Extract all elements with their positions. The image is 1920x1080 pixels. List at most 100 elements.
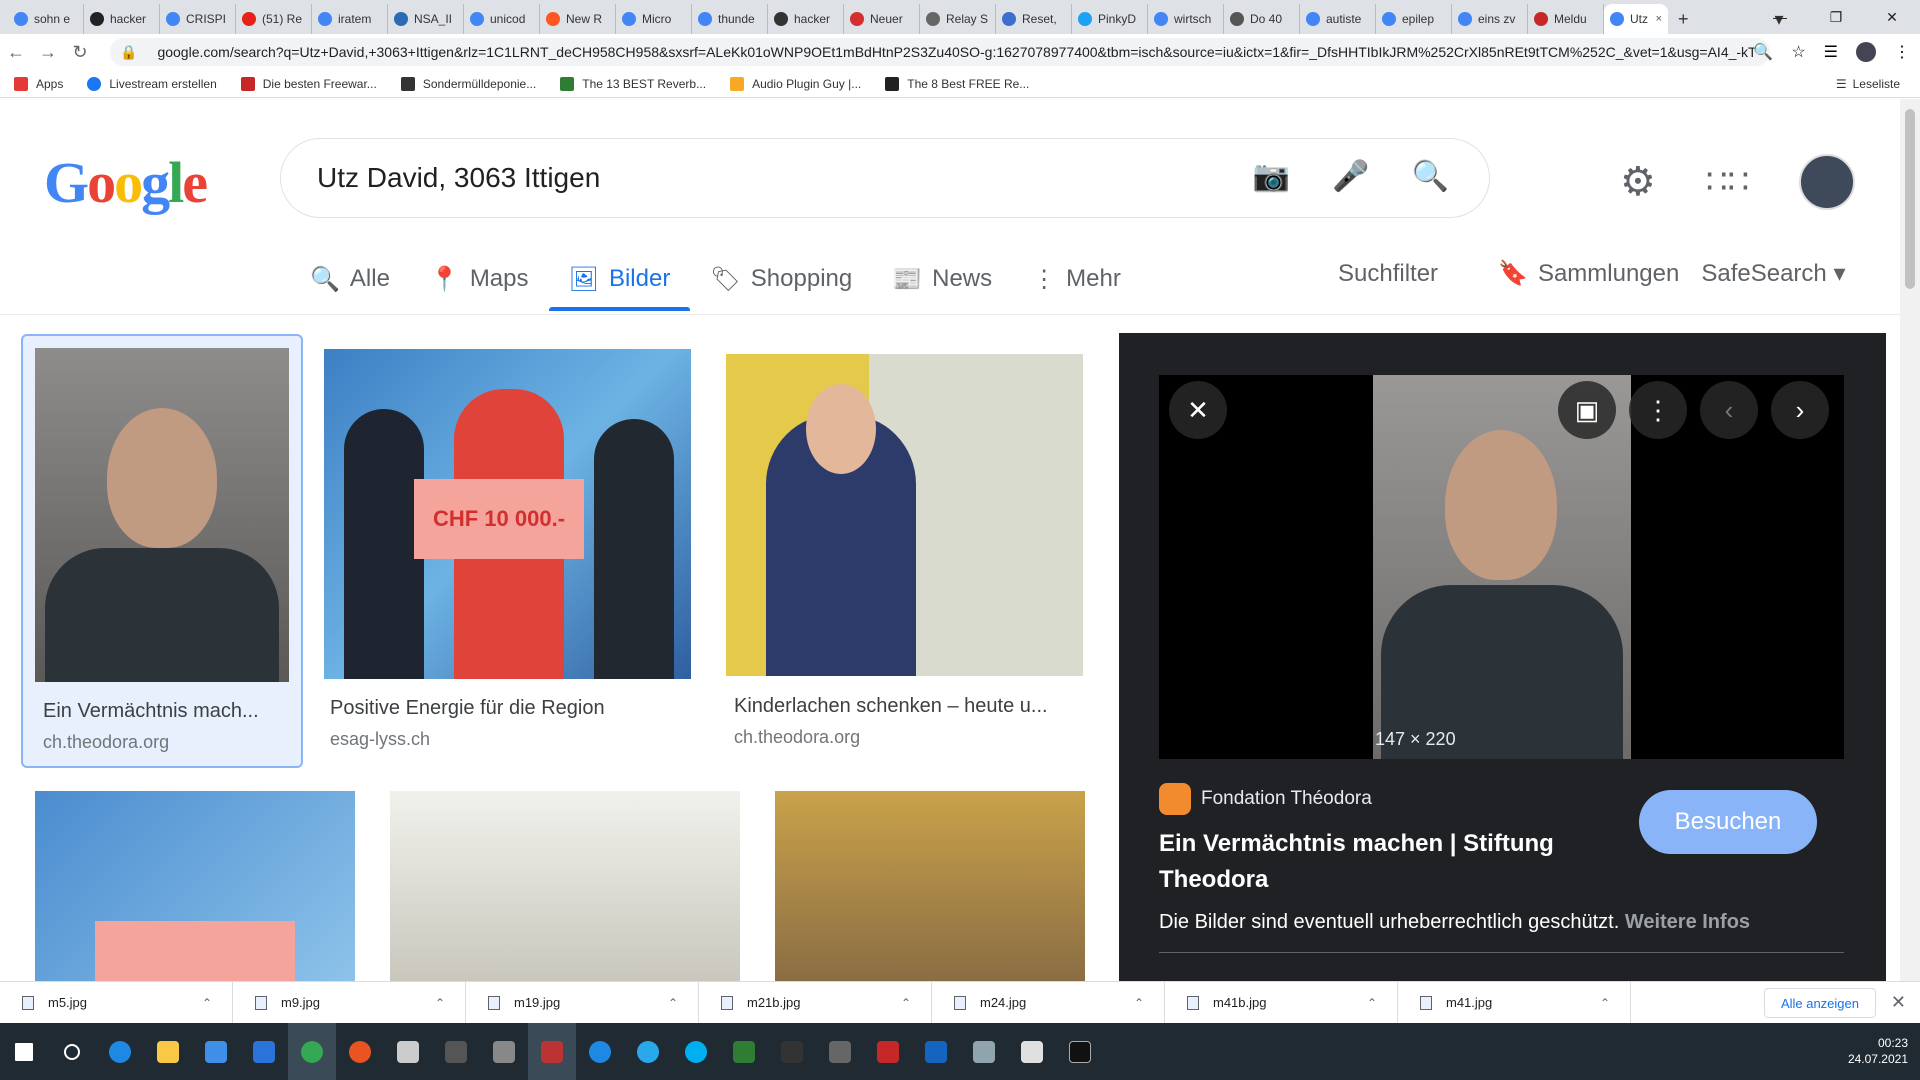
chrome-icon[interactable] [288, 1023, 336, 1080]
result-image[interactable] [726, 354, 1083, 676]
bookmark-star-icon[interactable]: ☆ [1791, 42, 1805, 62]
tab-news[interactable]: 📰 News [892, 251, 992, 307]
address-bar[interactable]: 🔒 google.com/search?q=Utz+David,+3063+It… [110, 38, 1770, 66]
result-image[interactable] [35, 348, 289, 682]
browser-tab[interactable]: New R [540, 4, 616, 34]
avatar[interactable] [1799, 154, 1856, 210]
download-item[interactable]: m21b.jpg ⌃ [699, 981, 932, 1024]
close-tab-icon[interactable]: × [1656, 13, 1662, 25]
visit-button[interactable]: Besuchen [1639, 790, 1817, 854]
zoom-icon[interactable]: 🔍 [1753, 42, 1773, 62]
preview-source[interactable]: Fondation Théodora [1159, 783, 1372, 815]
browser-tab[interactable]: Utz × [1604, 4, 1668, 34]
result-title[interactable]: Kinderlachen schenken – heute u... [734, 695, 1084, 718]
maximize-icon[interactable]: ❐ [1808, 0, 1864, 34]
app-icon[interactable] [816, 1023, 864, 1080]
skype-icon[interactable] [672, 1023, 720, 1080]
chevron-up-icon[interactable]: ⌃ [202, 996, 212, 1010]
chevron-up-icon[interactable]: ⌃ [1367, 996, 1377, 1010]
tab-maps[interactable]: 📍 Maps [430, 251, 529, 307]
close-downloads-icon[interactable]: ✕ [1891, 992, 1906, 1013]
google-logo[interactable]: Google [44, 149, 208, 216]
browser-tab[interactable]: unicod [464, 4, 540, 34]
show-all-downloads-button[interactable]: Alle anzeigen [1763, 988, 1876, 1018]
bookmark-item[interactable]: Apps [14, 76, 63, 91]
download-item[interactable]: m41.jpg ⌃ [1398, 981, 1631, 1024]
new-tab-icon[interactable]: + [1678, 9, 1689, 30]
app-icon[interactable] [480, 1023, 528, 1080]
store-icon[interactable] [192, 1023, 240, 1080]
download-item[interactable]: m9.jpg ⌃ [233, 981, 466, 1024]
app-icon[interactable] [912, 1023, 960, 1080]
chevron-up-icon[interactable]: ⌃ [668, 996, 678, 1010]
search-filter[interactable]: Suchfilter [1338, 260, 1438, 288]
browser-tab[interactable]: (51) Re [236, 4, 312, 34]
app-icon[interactable] [432, 1023, 480, 1080]
download-item[interactable]: m5.jpg ⌃ [0, 981, 233, 1024]
back-icon[interactable]: ← [0, 42, 32, 63]
browser-tab[interactable]: Relay S [920, 4, 996, 34]
chevron-left-icon[interactable]: ‹ [1700, 381, 1758, 439]
browser-tab[interactable]: NSA_II [388, 4, 464, 34]
bookmark-item[interactable]: Sondermülldeponie... [400, 76, 536, 91]
kali-icon[interactable] [768, 1023, 816, 1080]
browser-tab[interactable]: iratem [312, 4, 388, 34]
voicemeeter-icon[interactable] [864, 1023, 912, 1080]
microphone-icon[interactable]: 🎤 [1332, 159, 1369, 194]
chevron-right-icon[interactable]: › [1771, 381, 1829, 439]
result-image[interactable] [390, 791, 740, 981]
browser-tab[interactable]: eins zv [1452, 4, 1528, 34]
clock[interactable]: 00:23 24.07.2021 [1848, 1035, 1908, 1067]
chevron-up-icon[interactable]: ⌃ [1134, 996, 1144, 1010]
edge-icon[interactable] [96, 1023, 144, 1080]
browser-tab[interactable]: hacker [84, 4, 160, 34]
result-image[interactable]: CHF 10 000.- [324, 349, 691, 679]
result-source[interactable]: esag-lyss.ch [330, 729, 430, 750]
browser-tab[interactable]: epilep [1376, 4, 1452, 34]
result-image[interactable] [35, 791, 355, 981]
image-result[interactable]: Ein Vermächtnis mach... ch.theodora.org [21, 334, 303, 768]
search-icon[interactable] [48, 1023, 96, 1080]
image-result[interactable]: CHF 10 000.- Positive Energie für die Re… [324, 349, 692, 769]
notepad-icon[interactable] [1008, 1023, 1056, 1080]
browser-tab[interactable]: Neuer [844, 4, 920, 34]
windows-start-icon[interactable] [0, 1023, 48, 1080]
browser-tab[interactable]: wirtsch [1148, 4, 1224, 34]
tab-images[interactable]: 🖼 Bilder [548, 251, 691, 311]
bookmark-item[interactable]: Livestream erstellen [87, 76, 217, 91]
result-title[interactable]: Positive Energie für die Region [330, 697, 690, 720]
result-image[interactable] [775, 791, 1085, 981]
search-icon[interactable]: 🔍 [1412, 159, 1449, 194]
browser-tab[interactable]: Reset, [996, 4, 1072, 34]
ubuntu-icon[interactable] [336, 1023, 384, 1080]
live-icon[interactable] [528, 1023, 576, 1080]
close-icon[interactable]: ✕ [1169, 381, 1227, 439]
extensions-icon[interactable]: ☰ [1824, 42, 1838, 62]
browser-tab[interactable]: autiste [1300, 4, 1376, 34]
download-item[interactable]: m19.jpg ⌃ [466, 981, 699, 1024]
close-window-icon[interactable]: ✕ [1864, 0, 1920, 34]
browser-tab[interactable]: Do 40 [1224, 4, 1300, 34]
download-item[interactable]: m24.jpg ⌃ [932, 981, 1165, 1024]
scrollbar-thumb[interactable] [1905, 109, 1915, 289]
collections-link[interactable]: 🔖 Sammlungen [1498, 259, 1679, 288]
app-icon[interactable] [576, 1023, 624, 1080]
chevron-up-icon[interactable]: ⌃ [435, 996, 445, 1010]
image-result[interactable] [775, 791, 1085, 981]
browser-tab[interactable]: PinkyD [1072, 4, 1148, 34]
browser-tab[interactable]: Meldu [1528, 4, 1604, 34]
tab-shopping[interactable]: 🏷 Shopping [710, 251, 852, 307]
browser-tab[interactable]: Micro [616, 4, 692, 34]
lens-icon[interactable]: ▣ [1558, 381, 1616, 439]
search-box[interactable]: Utz David, 3063 Ittigen 📷 🎤 🔍 [280, 138, 1490, 218]
preview-title[interactable]: Ein Vermächtnis machen | Stiftung Theodo… [1159, 826, 1619, 898]
browser-tab[interactable]: CRISPI [160, 4, 236, 34]
menu-icon[interactable]: ⋮ [1894, 42, 1910, 62]
image-result[interactable] [390, 791, 740, 981]
forward-icon[interactable]: → [32, 42, 64, 63]
app-icon[interactable] [960, 1023, 1008, 1080]
image-result[interactable]: Kinderlachen schenken – heute u... ch.th… [726, 354, 1084, 774]
result-source[interactable]: ch.theodora.org [734, 727, 860, 748]
app-icon[interactable] [384, 1023, 432, 1080]
reload-icon[interactable]: ↻ [64, 42, 96, 63]
